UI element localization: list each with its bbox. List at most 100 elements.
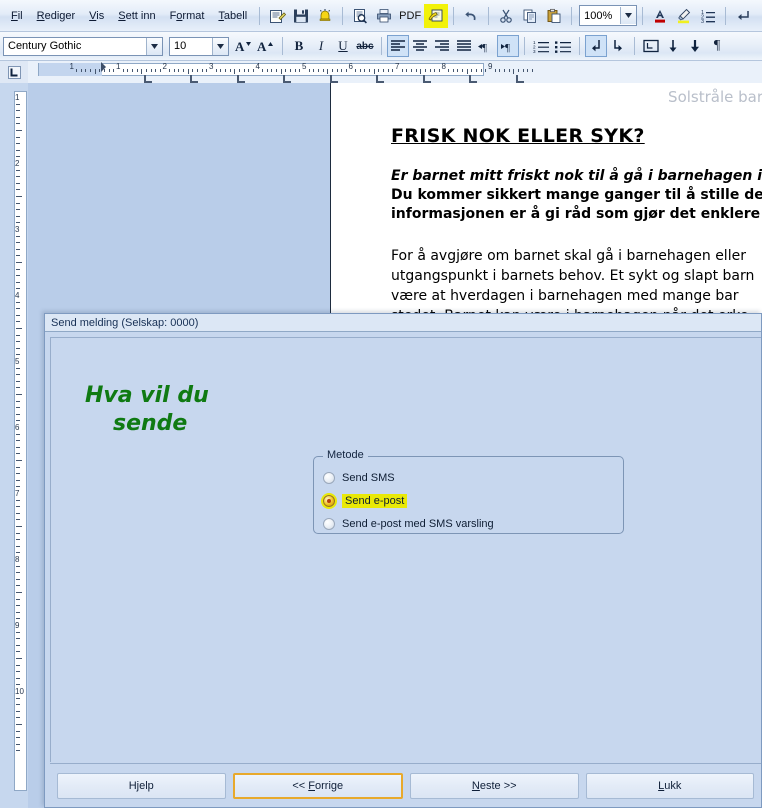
- insert-field-icon[interactable]: [640, 35, 662, 57]
- ruler-tick: [16, 453, 20, 455]
- move-down-2-icon[interactable]: [684, 35, 706, 57]
- send-message-icon[interactable]: [424, 3, 449, 28]
- pdf-export-label[interactable]: PDF: [396, 10, 424, 22]
- ruler-tick: [16, 176, 20, 178]
- line-down-left-icon[interactable]: [585, 35, 607, 57]
- ruler-tick: [466, 69, 468, 74]
- ruler-tick: [345, 69, 347, 72]
- ruler-tick: [406, 69, 408, 72]
- ruler-number: 1: [115, 62, 121, 71]
- alert-icon[interactable]: [313, 4, 337, 28]
- font-color-icon[interactable]: [648, 4, 672, 28]
- menu-item-vis[interactable]: Vis: [82, 7, 111, 25]
- bold-icon[interactable]: B: [288, 35, 310, 57]
- align-justify-icon[interactable]: [453, 35, 475, 57]
- strikethrough-icon[interactable]: abc: [354, 35, 376, 57]
- ruler-tab-stop[interactable]: [515, 75, 524, 83]
- grow-font-icon[interactable]: A: [233, 35, 255, 57]
- line-down-right-icon[interactable]: [607, 35, 629, 57]
- rtl-direction-icon[interactable]: ¶: [475, 35, 497, 57]
- zoom-combo[interactable]: 100%: [579, 5, 638, 26]
- next-button[interactable]: Neste >>: [410, 772, 579, 799]
- print-icon[interactable]: [372, 4, 396, 28]
- vertical-ruler[interactable]: 1 2 3 4 5 6 7 8 9 10: [0, 83, 29, 808]
- copy-icon[interactable]: [518, 4, 542, 28]
- radio-send-sms[interactable]: Send SMS: [323, 470, 395, 486]
- help-button[interactable]: Hjelp: [57, 772, 226, 799]
- ruler-tick: [364, 69, 366, 72]
- align-center-icon[interactable]: [409, 35, 431, 57]
- tab-stop-selector[interactable]: [0, 61, 29, 84]
- print-preview-icon[interactable]: [348, 4, 372, 28]
- menu-item-format[interactable]: Format: [163, 7, 212, 25]
- ruler-tab-stop[interactable]: [376, 75, 385, 83]
- ruler-tick: [80, 69, 82, 72]
- ruler-tick: [85, 69, 87, 72]
- ruler-tick: [16, 704, 20, 706]
- ltr-direction-icon[interactable]: ¶: [497, 35, 519, 57]
- radio-icon[interactable]: [323, 518, 335, 530]
- ruler-tab-stop[interactable]: [236, 75, 245, 83]
- chevron-down-icon[interactable]: [146, 37, 162, 55]
- chevron-down-icon[interactable]: [212, 37, 228, 55]
- ruler-tick: [373, 69, 375, 74]
- ruler-tick: [517, 69, 519, 72]
- ruler-tick: [503, 69, 505, 72]
- font-size-combo[interactable]: 10: [169, 36, 229, 56]
- send-message-dialog[interactable]: Send melding (Selskap: 0000) Hva vil du …: [44, 313, 762, 808]
- underline-icon[interactable]: U: [332, 35, 354, 57]
- move-down-icon[interactable]: [662, 35, 684, 57]
- ruler-tab-stop[interactable]: [329, 75, 338, 83]
- close-button-label: Lukk: [658, 779, 682, 792]
- ruler-number: 10: [15, 687, 24, 696]
- formatting-toolbar: Century Gothic 10 A A B I U abc ¶ ¶ 1 2 …: [0, 32, 762, 61]
- save-icon[interactable]: [289, 4, 313, 28]
- ruler-tab-stop[interactable]: [190, 75, 199, 83]
- ruler-tick: [276, 69, 278, 72]
- first-line-indent-marker[interactable]: [100, 62, 106, 72]
- menu-accel: S: [118, 9, 126, 22]
- paste-icon[interactable]: [542, 4, 566, 28]
- chevron-down-icon[interactable]: [620, 7, 637, 24]
- menu-item-sett-inn[interactable]: Sett inn: [111, 7, 162, 25]
- font-name-combo[interactable]: Century Gothic: [3, 36, 163, 56]
- horizontal-ruler[interactable]: 1 1 2 3 4 5 6 7 8 9: [28, 61, 762, 84]
- menu-item-rediger[interactable]: Rediger: [30, 7, 83, 25]
- radio-send-epost-med-sms[interactable]: Send e-post med SMS varsling: [323, 516, 494, 532]
- ruler-tick: [16, 631, 20, 633]
- close-button[interactable]: Lukk: [585, 772, 754, 799]
- ruler-tick: [16, 321, 20, 323]
- shrink-font-icon[interactable]: A: [255, 35, 277, 57]
- undo-icon[interactable]: [459, 4, 483, 28]
- radio-send-epost[interactable]: Send e-post: [323, 493, 408, 509]
- pilcrow-icon[interactable]: ¶: [706, 35, 728, 57]
- align-right-icon[interactable]: [431, 35, 453, 57]
- ruler-tick: [16, 724, 22, 725]
- numbered-list-icon[interactable]: 1 2 3: [696, 4, 720, 28]
- numbered-list-icon[interactable]: 1 2 3: [530, 35, 552, 57]
- ruler-tab-stop[interactable]: [283, 75, 292, 83]
- ruler-tick: [16, 644, 20, 646]
- ruler-tab-stop[interactable]: [422, 75, 431, 83]
- insert-break-icon[interactable]: [731, 4, 755, 28]
- ruler-tab-stop[interactable]: [469, 75, 478, 83]
- dialog-title-bar[interactable]: Send melding (Selskap: 0000): [45, 314, 761, 332]
- ruler-tick: [16, 750, 20, 752]
- bulleted-list-icon[interactable]: [552, 35, 574, 57]
- radio-icon[interactable]: [323, 472, 335, 484]
- menu-item-fil[interactable]: Fil: [4, 7, 30, 25]
- dialog-heading-line-2: sende: [113, 411, 188, 436]
- align-left-icon[interactable]: [387, 35, 409, 57]
- document-body-line-1: For å avgjøre om barnet skal gå i barneh…: [391, 248, 746, 264]
- ruler-tick: [16, 275, 20, 277]
- cut-icon[interactable]: [494, 4, 518, 28]
- radio-icon[interactable]: [323, 495, 335, 507]
- italic-icon[interactable]: I: [310, 35, 332, 57]
- ruler-tick: [16, 565, 20, 567]
- ruler-tick: [16, 737, 20, 739]
- highlight-color-icon[interactable]: [672, 4, 696, 28]
- previous-button[interactable]: << Forrige: [232, 772, 403, 799]
- menu-item-tabell[interactable]: Tabell: [211, 7, 254, 25]
- properties-icon[interactable]: [265, 4, 289, 28]
- ruler-tab-stop[interactable]: [143, 75, 152, 83]
